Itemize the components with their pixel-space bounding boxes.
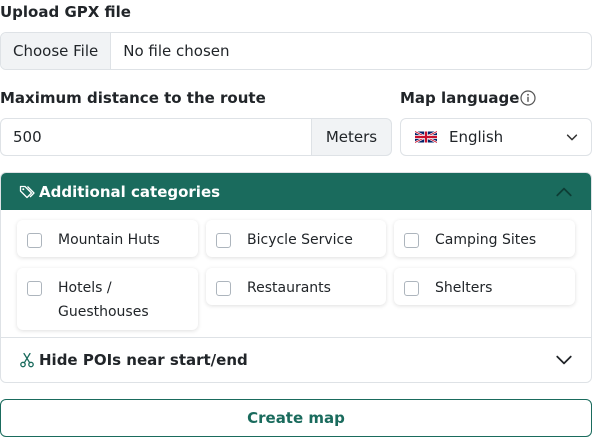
category-checkbox[interactable] [216,233,231,248]
category-item[interactable]: Mountain Huts [17,220,198,257]
category-label: Hotels / Guesthouses [58,280,149,320]
gpx-file-input[interactable]: Choose File No file chosen [0,32,592,70]
category-checkbox[interactable] [404,281,419,296]
category-checkbox[interactable] [27,233,42,248]
upload-label: Upload GPX file [0,3,131,21]
categories-title: Additional categories [39,182,221,201]
file-status: No file chosen [123,42,230,60]
language-selected: English [449,128,504,146]
hide-pois-header[interactable]: Hide POIs near start/end [1,338,591,382]
category-label: Restaurants [247,280,331,296]
category-label: Mountain Huts [58,232,160,248]
choose-file-button[interactable]: Choose File [1,33,112,69]
category-item[interactable]: Camping Sites [394,220,575,257]
distance-unit: Meters [312,118,392,156]
language-label: Map language [400,89,520,107]
scissors-icon [20,352,34,368]
category-item[interactable]: Bicycle Service [206,220,386,257]
distance-label: Maximum distance to the route [0,89,266,107]
hide-pois-title: Hide POIs near start/end [39,351,248,369]
category-label: Shelters [435,280,493,296]
category-checkbox[interactable] [404,233,419,248]
category-item[interactable]: Restaurants [206,268,386,305]
distance-input[interactable]: 500 [0,118,312,156]
category-label: Camping Sites [435,232,537,248]
category-item[interactable]: Shelters [394,268,575,305]
categories-accordion: Additional categories Mountain Huts Bicy… [0,172,592,383]
category-checkbox[interactable] [27,281,42,296]
category-checkbox[interactable] [216,281,231,296]
chevron-up-icon [556,187,572,196]
tags-icon [19,185,35,198]
distance-input-group: 500 Meters [0,118,392,156]
categories-body: Mountain Huts Bicycle Service Camping Si… [1,210,591,338]
create-map-button[interactable]: Create map [0,399,592,437]
categories-header[interactable]: Additional categories [1,173,591,210]
category-item[interactable]: Hotels / Guesthouses [17,268,198,330]
language-select[interactable]: English [400,118,592,156]
info-circle-icon[interactable] [520,90,536,106]
chevron-down-icon [556,355,572,365]
chevron-down-icon [566,134,578,141]
uk-flag-icon [415,130,437,144]
category-label: Bicycle Service [247,232,353,248]
